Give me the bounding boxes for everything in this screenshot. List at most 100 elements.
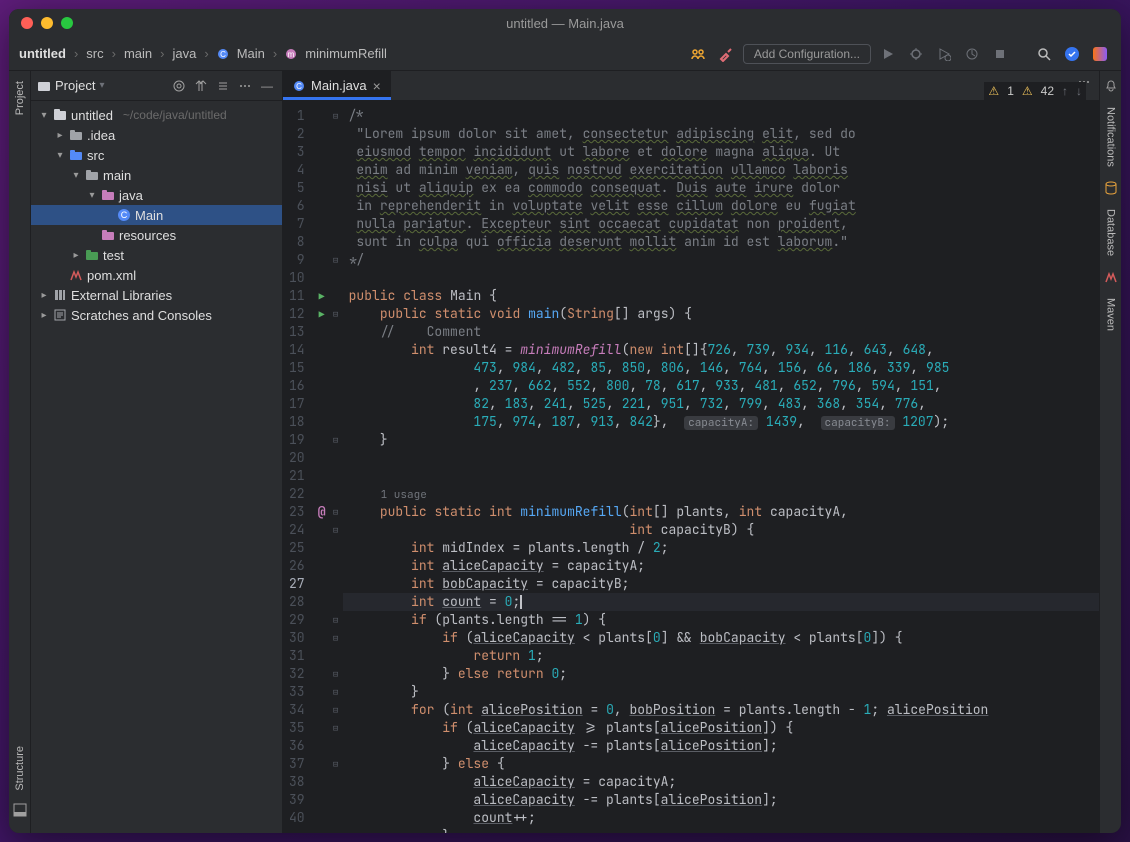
search-icon[interactable] — [1033, 43, 1055, 65]
close-tab-icon[interactable]: × — [373, 78, 381, 94]
code-line[interactable]: int bobCapacity = capacityB; — [343, 575, 1099, 593]
structure-tool-tab[interactable]: Structure — [12, 744, 28, 793]
code-line[interactable] — [343, 269, 1099, 287]
code-line[interactable]: aliceCapacity -= plants[alicePosition]; — [343, 737, 1099, 755]
code-line[interactable]: , 237, 662, 552, 800, 78, 617, 933, 481,… — [343, 377, 1099, 395]
code-line[interactable]: int count = 0; — [343, 593, 1099, 611]
code-line[interactable]: if (aliceCapacity < plants[0] && bobCapa… — [343, 629, 1099, 647]
tree-item[interactable]: ▾main — [31, 165, 282, 185]
editor-tab[interactable]: C Main.java × — [283, 71, 391, 100]
tree-item-label: .idea — [87, 128, 115, 143]
tree-item[interactable]: ▸Scratches and Consoles — [31, 305, 282, 325]
expand-all-icon[interactable] — [192, 77, 210, 95]
tree-item[interactable]: pom.xml — [31, 265, 282, 285]
prev-highlight-icon[interactable]: ↑ — [1062, 84, 1068, 98]
code-line[interactable]: sunt in culpa qui officia deserunt molli… — [343, 233, 1099, 251]
code-line[interactable]: aliceCapacity -= plants[alicePosition]; — [343, 791, 1099, 809]
code-editor[interactable]: 1234567891011121314151617181920212223242… — [283, 101, 1099, 833]
code-line[interactable]: } — [343, 683, 1099, 701]
breadcrumb-item[interactable]: java — [173, 46, 197, 61]
code-line[interactable]: eiusmod tempor incididunt ut labore et d… — [343, 143, 1099, 161]
code-line[interactable]: if (plants.length == 1) { — [343, 611, 1099, 629]
code-line[interactable]: for (int alicePosition = 0, bobPosition … — [343, 701, 1099, 719]
run-icon[interactable] — [877, 43, 899, 65]
tree-item[interactable]: ▾java — [31, 185, 282, 205]
close-window-button[interactable] — [21, 17, 33, 29]
update-icon[interactable] — [1061, 43, 1083, 65]
tree-item[interactable]: ▸test — [31, 245, 282, 265]
code-line[interactable]: count++; — [343, 809, 1099, 827]
code-line[interactable]: // Comment — [343, 323, 1099, 341]
add-configuration-button[interactable]: Add Configuration... — [743, 44, 871, 64]
code-line[interactable]: } — [343, 431, 1099, 449]
maven-icon[interactable] — [1104, 270, 1118, 284]
breadcrumb-item[interactable]: Main — [237, 46, 265, 61]
code-line[interactable]: public static void main(String[] args) { — [343, 305, 1099, 323]
tree-item[interactable]: resources — [31, 225, 282, 245]
code-line[interactable]: if (aliceCapacity >= plants[alicePositio… — [343, 719, 1099, 737]
tree-item-label: External Libraries — [71, 288, 172, 303]
tree-item-label: untitled — [71, 108, 113, 123]
target-icon[interactable] — [170, 77, 188, 95]
code-line[interactable]: enim ad minim veniam, quis nostrud exerc… — [343, 161, 1099, 179]
database-icon[interactable] — [1104, 181, 1118, 195]
code-line[interactable] — [343, 467, 1099, 485]
breadcrumb-item[interactable]: minimumRefill — [305, 46, 387, 61]
settings-icon[interactable] — [236, 77, 254, 95]
code-line[interactable]: /* — [343, 107, 1099, 125]
database-tool-tab[interactable]: Database — [1103, 207, 1119, 258]
code-line[interactable]: 473, 984, 482, 85, 850, 806, 146, 764, 1… — [343, 359, 1099, 377]
maximize-window-button[interactable] — [61, 17, 73, 29]
ide-icon[interactable] — [1089, 43, 1111, 65]
code-line[interactable]: "Lorem ipsum dolor sit amet, consectetur… — [343, 125, 1099, 143]
code-line[interactable]: */ — [343, 251, 1099, 269]
breadcrumb-item[interactable]: src — [86, 46, 103, 61]
titlebar[interactable]: untitled — Main.java — [9, 9, 1121, 37]
notifications-bell-icon[interactable] — [1104, 79, 1118, 93]
inspection-widget[interactable]: ⚠ 1 ⚠ 42 ↑ ↓ — [984, 82, 1086, 100]
minimize-window-button[interactable] — [41, 17, 53, 29]
breadcrumb-root[interactable]: untitled — [19, 46, 66, 61]
code-line[interactable]: } else return 0; — [343, 665, 1099, 683]
pkg-icon — [101, 188, 115, 202]
code-line[interactable] — [343, 449, 1099, 467]
tree-item[interactable]: ▸External Libraries — [31, 285, 282, 305]
notifications-tool-tab[interactable]: Notifications — [1103, 105, 1119, 169]
rail-bottom-icon[interactable] — [13, 803, 27, 817]
code-line[interactable]: int midIndex = plants.length / 2; — [343, 539, 1099, 557]
code-line[interactable]: } — [343, 827, 1099, 833]
code-line[interactable]: 82, 183, 241, 525, 221, 951, 732, 799, 4… — [343, 395, 1099, 413]
stop-icon[interactable] — [989, 43, 1011, 65]
collapse-all-icon[interactable] — [214, 77, 232, 95]
code-line[interactable]: public class Main { — [343, 287, 1099, 305]
breadcrumb-item[interactable]: main — [124, 46, 152, 61]
left-tool-rail: Project Structure — [9, 71, 31, 833]
code-line[interactable]: return 1; — [343, 647, 1099, 665]
code-line[interactable]: aliceCapacity = capacityA; — [343, 773, 1099, 791]
code-line[interactable]: nisi ut aliquip ex ea commodo consequat.… — [343, 179, 1099, 197]
build-icon[interactable] — [715, 43, 737, 65]
code-line[interactable]: nulla pariatur. Excepteur sint occaecat … — [343, 215, 1099, 233]
code-line[interactable]: } else { — [343, 755, 1099, 773]
project-tree[interactable]: ▾untitled~/code/java/untitled▸.idea▾src▾… — [31, 101, 282, 329]
hide-panel-icon[interactable]: — — [258, 77, 276, 95]
profile-icon[interactable] — [961, 43, 983, 65]
tree-item[interactable]: CMain — [31, 205, 282, 225]
code-line[interactable]: 1 usage — [343, 485, 1099, 503]
srcfolder-icon — [69, 148, 83, 162]
code-with-me-icon[interactable] — [687, 43, 709, 65]
code-line[interactable]: int capacityB) { — [343, 521, 1099, 539]
code-line[interactable]: int result4 = minimumRefill(new int[]{72… — [343, 341, 1099, 359]
code-line[interactable]: in reprehenderit in voluptate velit esse… — [343, 197, 1099, 215]
next-highlight-icon[interactable]: ↓ — [1076, 84, 1082, 98]
debug-icon[interactable] — [905, 43, 927, 65]
code-line[interactable]: public static int minimumRefill(int[] pl… — [343, 503, 1099, 521]
tree-item[interactable]: ▾untitled~/code/java/untitled — [31, 105, 282, 125]
code-line[interactable]: 175, 974, 187, 913, 842}, capacityA: 143… — [343, 413, 1099, 431]
maven-tool-tab[interactable]: Maven — [1103, 296, 1119, 333]
code-line[interactable]: int aliceCapacity = capacityA; — [343, 557, 1099, 575]
tree-item[interactable]: ▾src — [31, 145, 282, 165]
project-tool-tab[interactable]: Project — [12, 79, 28, 117]
tree-item[interactable]: ▸.idea — [31, 125, 282, 145]
run-coverage-icon[interactable] — [933, 43, 955, 65]
